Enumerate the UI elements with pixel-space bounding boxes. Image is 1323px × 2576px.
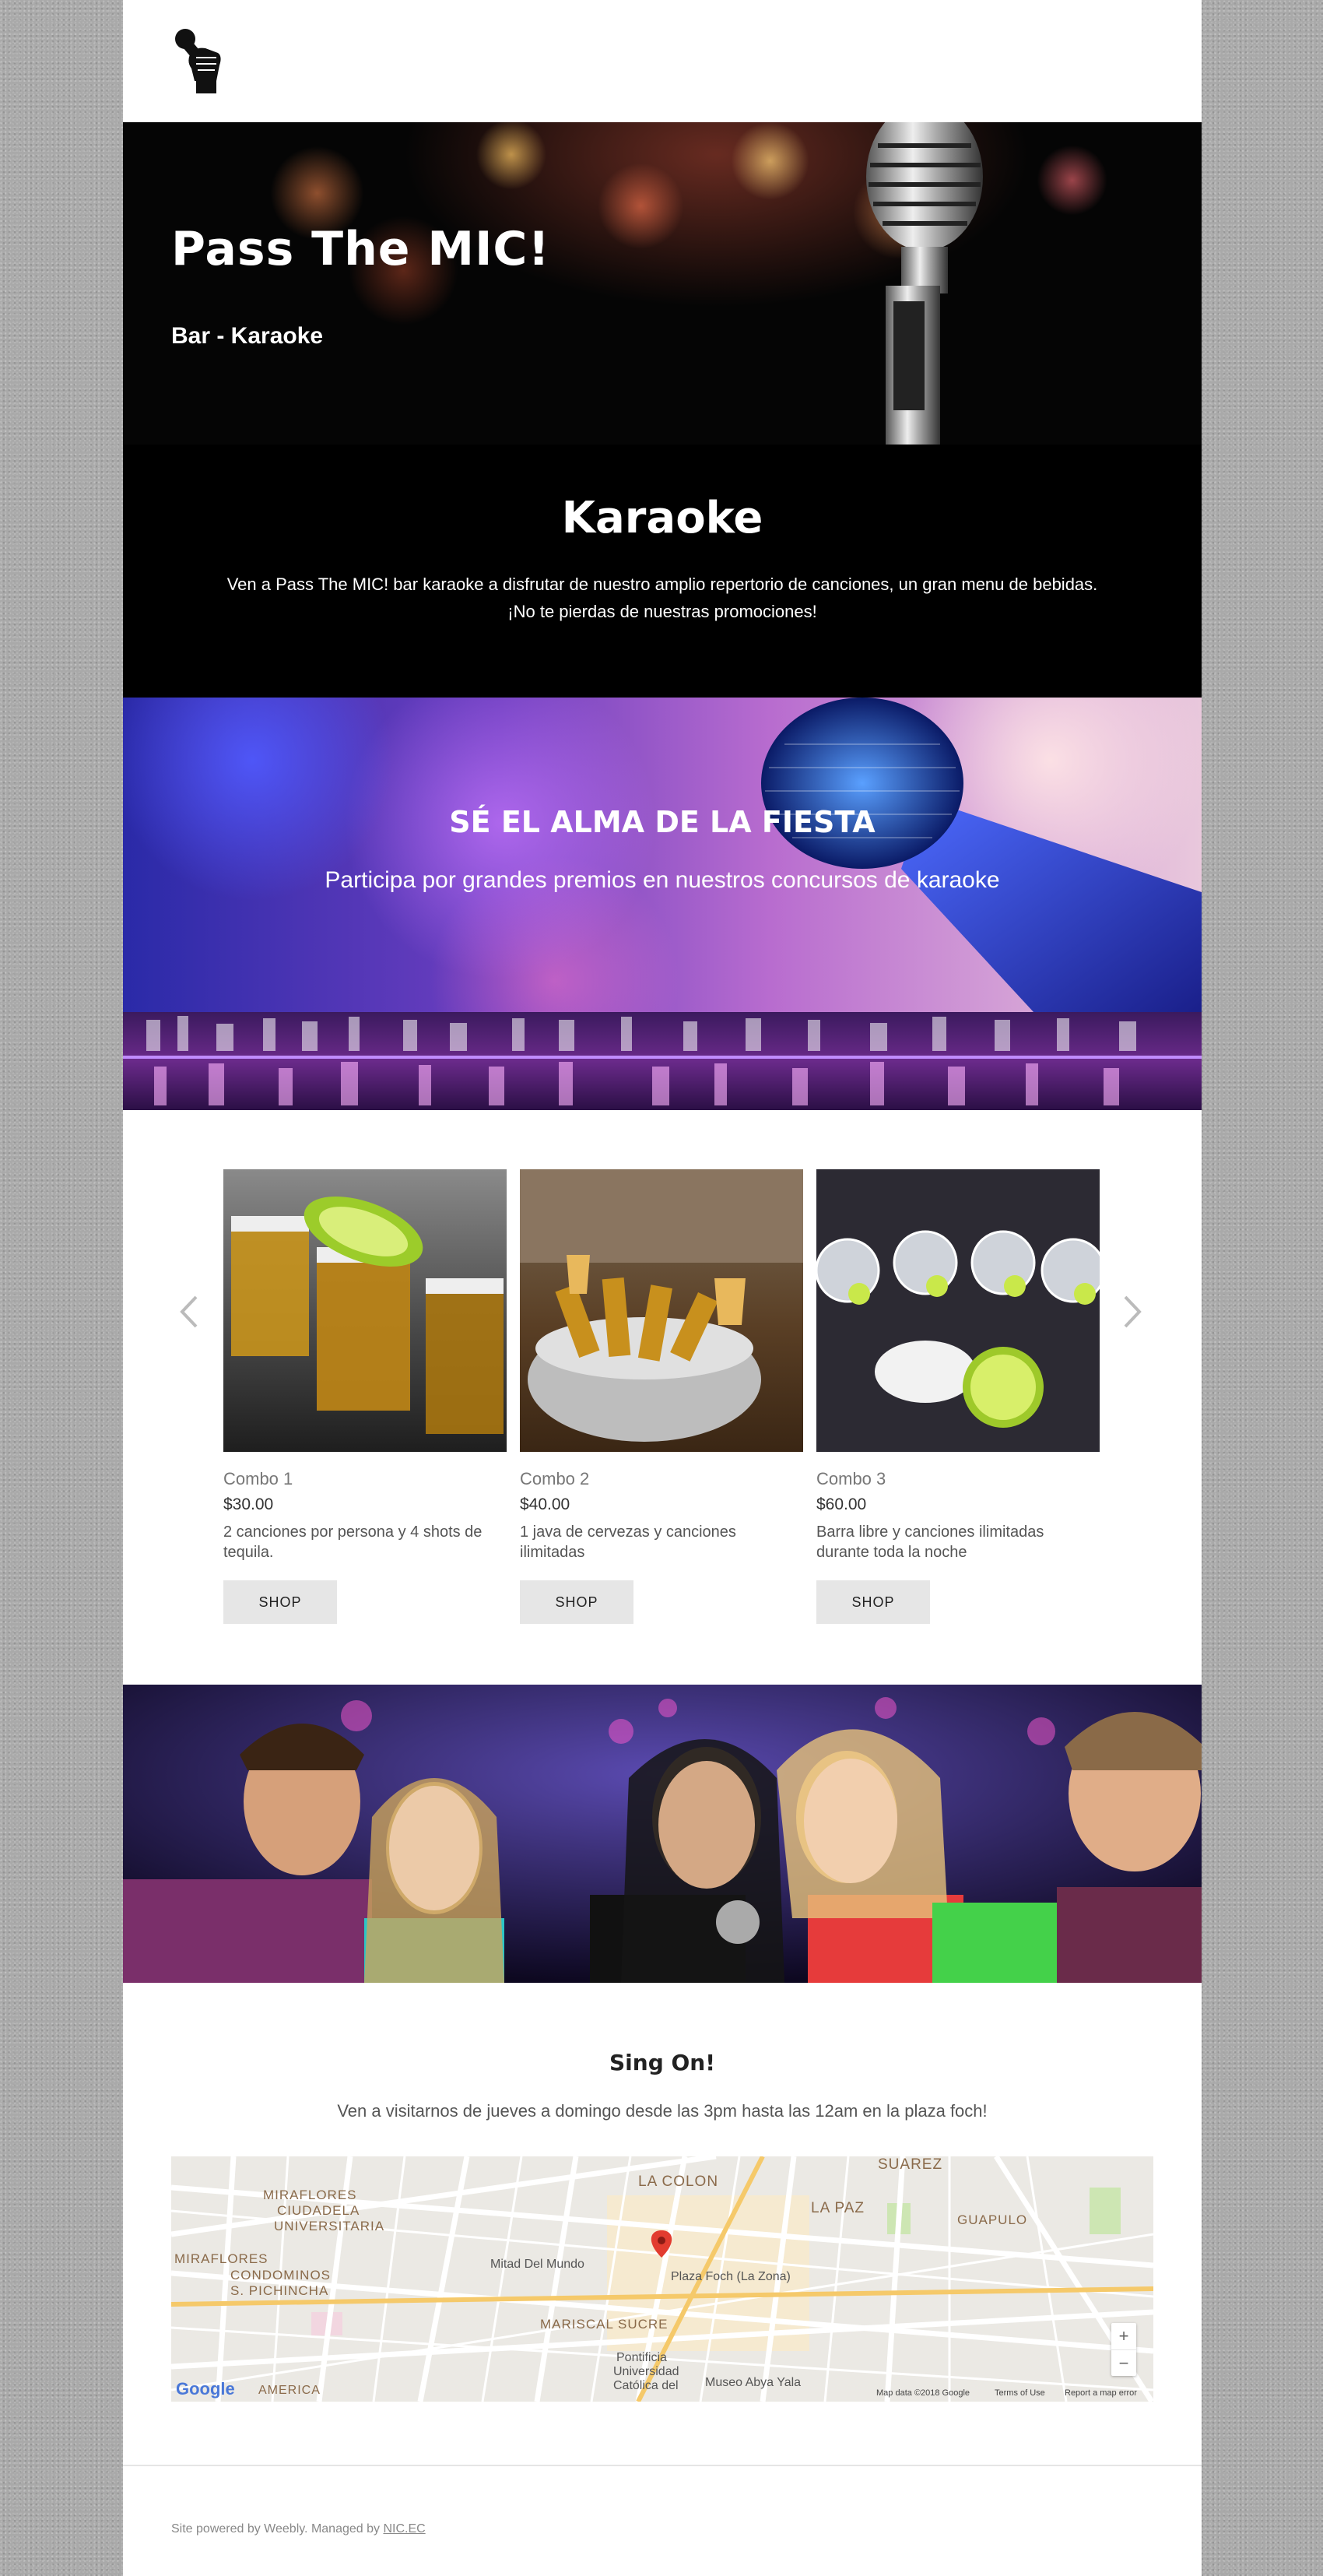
- map-label-pichincha: S. PICHINCHA: [230, 2283, 329, 2298]
- shop-button[interactable]: SHOP: [520, 1580, 633, 1624]
- map-report-link[interactable]: Report a map error: [1065, 2388, 1137, 2398]
- map-zoom-control: + −: [1111, 2323, 1136, 2376]
- map-label-pontificia: Pontificia: [616, 2351, 667, 2364]
- map-label-la-colon: LA COLON: [638, 2174, 719, 2190]
- map-label-catolica: Católica del: [613, 2379, 679, 2392]
- chevron-left-icon[interactable]: [177, 1292, 201, 1331]
- sing-on-title: Sing On!: [609, 2050, 715, 2075]
- product-description: Barra libre y canciones ilimitadas durant…: [816, 1523, 1044, 1561]
- lime-shots-image[interactable]: [816, 1169, 1100, 1452]
- product-price: $30.00: [223, 1495, 274, 1513]
- footer-text: Site powered by Weebly. Managed by NIC.E…: [171, 2522, 426, 2536]
- map-label-mitad: Mitad Del Mundo: [490, 2258, 584, 2271]
- karaoke-title: Karaoke: [561, 493, 763, 543]
- map-label-suarez: SUAREZ: [878, 2156, 943, 2173]
- map-terms-link[interactable]: Terms of Use: [995, 2388, 1045, 2398]
- product-card[interactable]: Combo 3 $60.00 Barra libre y canciones i…: [816, 1169, 1100, 1624]
- page: Pass The MIC! Bar - Karaoke Karaoke Ven …: [123, 0, 1202, 2576]
- zoom-in-button[interactable]: +: [1111, 2323, 1136, 2350]
- hero-subtitle: Bar - Karaoke: [171, 323, 324, 349]
- party-banner: SÉ EL ALMA DE LA FIESTA Participa por gr…: [123, 698, 1202, 1012]
- karaoke-text-line1: Ven a Pass The MIC! bar karaoke a disfru…: [226, 575, 1098, 594]
- map-label-miraflores-condominos: MIRAFLORES: [174, 2251, 268, 2266]
- friends-photo: [123, 1685, 1202, 1983]
- map-label-condominos: CONDOMINOS: [230, 2268, 331, 2283]
- site-header: [123, 0, 1202, 122]
- karaoke-text-line2: ¡No te pierdas de nuestras promociones!: [507, 602, 817, 621]
- hero-title: Pass The MIC!: [171, 222, 550, 276]
- hero-banner: Pass The MIC! Bar - Karaoke: [123, 122, 1202, 445]
- map-label-mariscal: MARISCAL SUCRE: [540, 2317, 669, 2332]
- sing-on-text: Ven a visitarnos de jueves a domingo des…: [337, 2101, 988, 2121]
- map-data-text: Map data ©2018 Google: [876, 2388, 970, 2398]
- microphone-image: [761, 698, 1202, 1012]
- map-label-universidad: Universidad: [613, 2365, 679, 2378]
- product-card[interactable]: Combo 1 $30.00 2 canciones por persona y…: [223, 1169, 507, 1624]
- products-carousel: Combo 1 $30.00 2 canciones por persona y…: [123, 1110, 1202, 1685]
- sing-on-section: Sing On! Ven a visitarnos de jueves a do…: [123, 1983, 1202, 2465]
- microphone-image: [866, 122, 983, 445]
- site-footer: Site powered by Weebly. Managed by NIC.E…: [123, 2465, 1202, 2576]
- product-description: 1 java de cervezas y canciones ilimitadas: [520, 1523, 736, 1561]
- zoom-out-button[interactable]: −: [1111, 2350, 1136, 2376]
- map-label-america: AMERICA: [258, 2384, 321, 2397]
- nic-ec-link[interactable]: NIC.EC: [383, 2522, 425, 2536]
- map-label-miraflores: MIRAFLORES: [263, 2188, 357, 2202]
- shop-button[interactable]: SHOP: [816, 1580, 930, 1624]
- karaoke-section: Karaoke Ven a Pass The MIC! bar karaoke …: [123, 445, 1202, 698]
- tequila-shots-image[interactable]: [223, 1169, 507, 1452]
- product-price: $60.00: [816, 1495, 867, 1513]
- map-label-museo: Museo Abya Yala: [705, 2376, 802, 2389]
- product-description: 2 canciones por persona y 4 shots de tequ…: [223, 1523, 483, 1561]
- map-label-plaza-foch: Plaza Foch (La Zona): [671, 2270, 791, 2283]
- bar-bottles-image: [123, 1012, 1202, 1110]
- google-logo[interactable]: Google: [176, 2379, 235, 2399]
- map-label-guapulo: GUAPULO: [957, 2212, 1028, 2227]
- shop-button[interactable]: SHOP: [223, 1580, 337, 1624]
- product-name: Combo 2: [520, 1469, 590, 1488]
- google-map[interactable]: MIRAFLORES CIUDADELA UNIVERSITARIA MIRAF…: [171, 2156, 1153, 2402]
- microphone-fist-icon[interactable]: [171, 25, 233, 95]
- party-subtitle: Participa por grandes premios en nuestro…: [325, 867, 1000, 893]
- chevron-right-icon[interactable]: [1121, 1292, 1144, 1331]
- map-label-la-paz: LA PAZ: [811, 2200, 865, 2216]
- map-label-universitaria: UNIVERSITARIA: [274, 2219, 385, 2233]
- product-price: $40.00: [520, 1495, 570, 1513]
- product-name: Combo 3: [816, 1469, 886, 1488]
- party-title: SÉ EL ALMA DE LA FIESTA: [449, 805, 876, 839]
- beer-bucket-image[interactable]: [520, 1169, 803, 1452]
- product-name: Combo 1: [223, 1469, 293, 1488]
- product-card[interactable]: Combo 2 $40.00 1 java de cervezas y canc…: [520, 1169, 803, 1624]
- map-label-ciudadela: CIUDADELA: [277, 2203, 360, 2218]
